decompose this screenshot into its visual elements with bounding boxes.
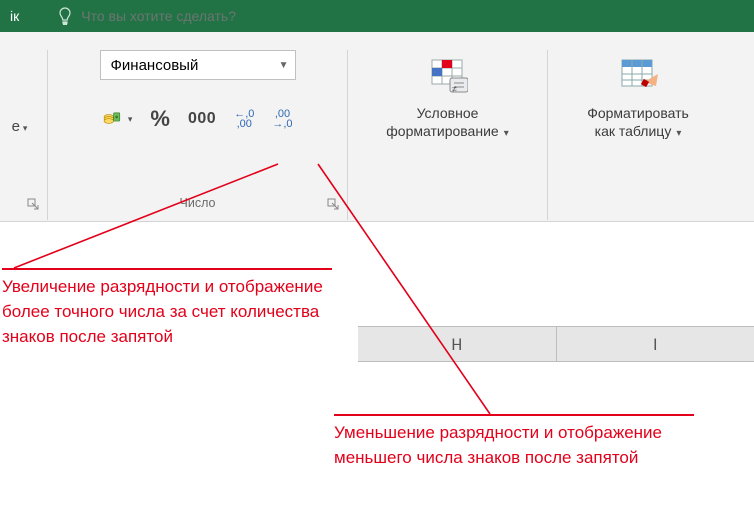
dialog-launcher-icon[interactable] xyxy=(27,198,39,210)
annotation-decrease: Уменьшение разрядности и отображение мен… xyxy=(334,414,694,470)
accounting-format-button[interactable]: ▾ xyxy=(102,106,132,132)
group-alignment-partial: е▾ xyxy=(0,50,48,220)
group-number: Финансовый ▼ ▾ % 000 ←,0 ,00 ,00 xyxy=(48,50,348,220)
decrease-decimal-button[interactable]: ,00 →,0 xyxy=(272,109,292,129)
chevron-down-icon: ▾ xyxy=(125,114,133,125)
tell-me-input[interactable] xyxy=(75,8,375,24)
dialog-launcher-icon[interactable] xyxy=(327,198,339,210)
column-header-i[interactable]: I xyxy=(557,327,754,361)
number-format-value: Финансовый xyxy=(111,57,199,74)
conditional-formatting-icon: ≠ xyxy=(428,56,468,96)
format-as-table-icon xyxy=(618,56,658,96)
column-header-h[interactable]: H xyxy=(358,327,557,361)
svg-text:≠: ≠ xyxy=(452,84,457,94)
partial-button[interactable]: е▾ xyxy=(12,50,28,135)
comma-style-button[interactable]: 000 xyxy=(188,110,216,128)
tab-fragment: ік xyxy=(4,8,25,24)
format-as-table-button[interactable]: Форматироватькак таблицу▾ xyxy=(587,50,689,143)
conditional-formatting-button[interactable]: ≠ Условноеформатирование▾ xyxy=(386,50,508,143)
title-bar: ік xyxy=(0,0,754,32)
lightbulb-icon xyxy=(55,6,75,26)
column-headers: H I xyxy=(358,326,754,362)
group-format-as-table: Форматироватькак таблицу▾ xyxy=(548,50,728,220)
chevron-down-icon: ▼ xyxy=(279,60,289,71)
group-label-number: Число xyxy=(48,196,347,210)
percent-style-button[interactable]: % xyxy=(150,106,170,132)
ribbon: е▾ Финансовый ▼ ▾ % 000 ←,0 xyxy=(0,32,754,222)
number-format-combo[interactable]: Финансовый ▼ xyxy=(100,50,296,80)
increase-decimal-button[interactable]: ←,0 ,00 xyxy=(234,109,254,129)
annotation-increase: Увеличение разрядности и отображение бол… xyxy=(2,268,332,349)
group-conditional-formatting: ≠ Условноеформатирование▾ xyxy=(348,50,548,220)
